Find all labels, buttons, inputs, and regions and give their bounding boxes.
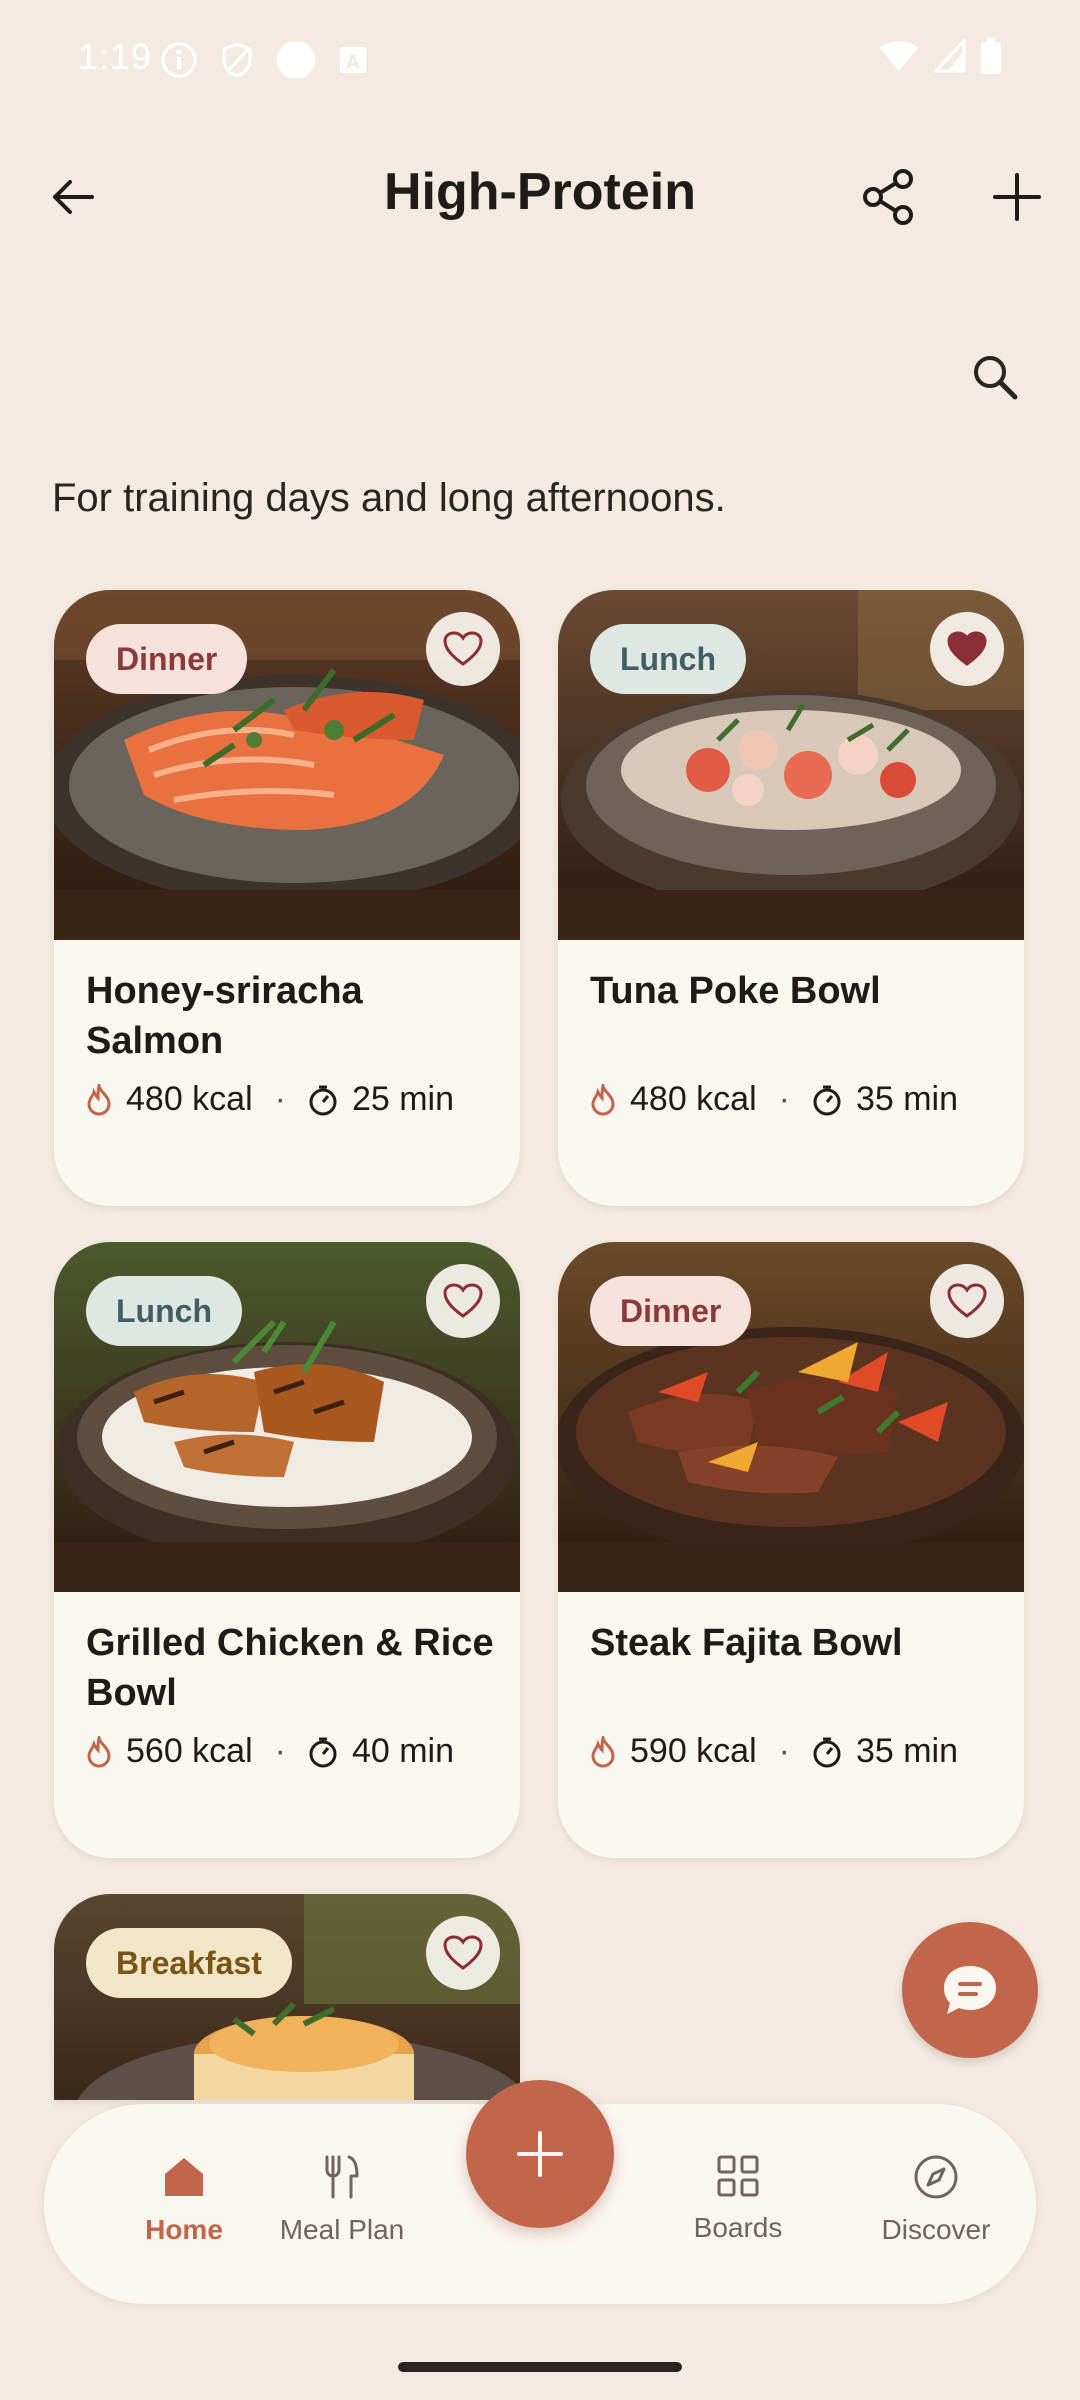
recipe-title: Tuna Poke Bowl [590, 970, 881, 1012]
heart-outline-icon [947, 1283, 987, 1318]
search-icon [974, 356, 1018, 400]
circle-icon [277, 41, 315, 79]
recipe-title: Steak Fajita Bowl [590, 1622, 903, 1664]
category-chip: Breakfast [86, 1928, 292, 1998]
add-recipe-fab[interactable] [466, 2080, 614, 2228]
nav-item-meal-plan[interactable]: Meal Plan [242, 2154, 442, 2246]
meta-separator: · [274, 1732, 286, 1770]
favorite-button[interactable] [426, 1264, 500, 1338]
wifi-icon [880, 41, 918, 71]
grid-icon [717, 2155, 759, 2197]
battery-icon [981, 38, 1001, 74]
meta-separator: · [778, 1732, 790, 1770]
app-a-icon: A [340, 47, 366, 73]
recipe-time: 25 min [351, 1080, 455, 1118]
recipe-time: 35 min [855, 1080, 959, 1118]
status-icons-left: A [160, 40, 368, 80]
chat-button[interactable] [902, 1922, 1038, 2058]
heart-outline-icon [443, 1283, 483, 1318]
category-chip: Lunch [590, 624, 746, 694]
recipe-meta: 590 kcal · 35 min [590, 1732, 958, 1771]
status-bar: 1:19 A [0, 0, 1080, 120]
signal-icon [934, 39, 966, 73]
heart-outline-icon [443, 631, 483, 666]
home-icon [165, 2158, 203, 2196]
nav-item-discover[interactable]: Discover [836, 2154, 1036, 2246]
timer-icon [309, 1085, 337, 1115]
status-time: 1:19 [78, 36, 153, 77]
recipe-meta: 480 kcal · 35 min [590, 1080, 958, 1119]
nav-label: Boards [693, 2212, 783, 2243]
nav-item-boards[interactable]: Boards [638, 2154, 838, 2244]
add-button[interactable] [972, 152, 1062, 242]
shield-icon [222, 42, 252, 78]
flame-icon [591, 1735, 615, 1768]
favorite-button[interactable] [930, 1264, 1004, 1338]
nav-label: Meal Plan [279, 2214, 405, 2245]
nav-label: Discover [881, 2214, 991, 2245]
utensils-icon [325, 2155, 359, 2199]
recipe-kcal: 480 kcal [630, 1080, 757, 1118]
home-indicator[interactable] [398, 2362, 682, 2372]
timer-icon [813, 1737, 841, 1767]
heart-outline-icon [443, 1935, 483, 1970]
category-chip: Lunch [86, 1276, 242, 1346]
share-button[interactable] [844, 152, 934, 242]
timer-icon [309, 1737, 337, 1767]
timer-icon [813, 1085, 841, 1115]
nav-label: Home [145, 2214, 223, 2245]
plus-icon [993, 173, 1041, 221]
recipe-title: Honey-sriracha Salmon [86, 970, 363, 1062]
svg-text:A: A [346, 52, 360, 73]
status-icons-right [878, 38, 1002, 74]
top-app-bar: High-Protein [0, 140, 1080, 250]
favorite-button[interactable] [426, 1916, 500, 1990]
recipe-card[interactable]: Lunch Tuna Poke Bowl 480 kcal · 35 min [558, 590, 1024, 1206]
search-button[interactable] [950, 332, 1040, 422]
plus-icon [517, 2131, 563, 2177]
flame-icon [87, 1735, 111, 1768]
meta-separator: · [274, 1080, 286, 1118]
recipe-kcal: 560 kcal [126, 1732, 253, 1770]
recipe-card[interactable]: Lunch Grilled Chicken & Rice Bowl 560 kc… [54, 1242, 520, 1858]
recipe-card[interactable]: Breakfast [54, 1894, 520, 2100]
recipe-kcal: 590 kcal [630, 1732, 757, 1770]
flame-icon [87, 1083, 111, 1116]
share-icon [863, 169, 913, 225]
recipe-time: 40 min [351, 1732, 455, 1770]
recipe-meta: 480 kcal · 25 min [86, 1080, 454, 1119]
recipe-card[interactable]: Dinner Steak Fajita Bowl 590 kcal · 35 m… [558, 1242, 1024, 1858]
info-icon [161, 42, 197, 78]
recipe-kcal: 480 kcal [126, 1080, 253, 1118]
board-description: For training days and long afternoons. [52, 476, 726, 520]
recipe-card[interactable]: Dinner Honey-sriracha Salmon 480 kcal · … [54, 590, 520, 1206]
recipe-title: Grilled Chicken & Rice Bowl [86, 1622, 494, 1714]
flame-icon [591, 1083, 615, 1116]
category-chip: Dinner [590, 1276, 752, 1346]
heart-filled-icon [947, 631, 987, 666]
favorite-button[interactable] [426, 612, 500, 686]
favorite-button[interactable] [930, 612, 1004, 686]
meta-separator: · [778, 1080, 790, 1118]
compass-icon [914, 2155, 958, 2199]
recipe-meta: 560 kcal · 40 min [86, 1732, 454, 1771]
category-chip: Dinner [86, 624, 248, 694]
chat-bubble-icon [944, 1966, 996, 2014]
recipe-time: 35 min [855, 1732, 959, 1770]
